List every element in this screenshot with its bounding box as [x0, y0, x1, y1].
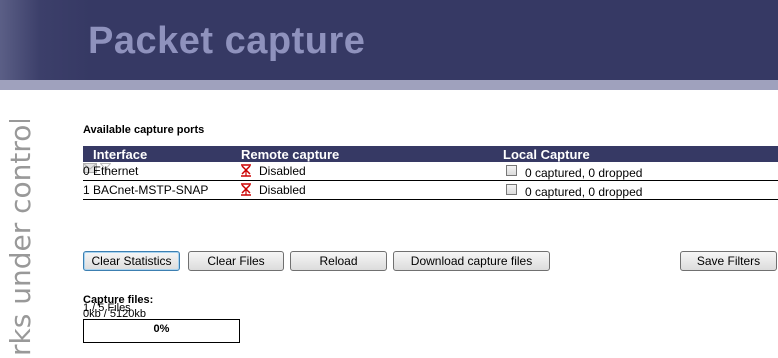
- local-capture-stats: 0 captured, 0 dropped: [525, 166, 643, 180]
- page-header: Packet capture: [0, 0, 778, 80]
- local-capture-stats: 0 captured, 0 dropped: [525, 185, 643, 199]
- interface-name: 0 Ethernet: [83, 164, 139, 178]
- interface-name: 1 BACnet-MSTP-SNAP: [83, 183, 209, 197]
- column-local-capture: Local Capture: [503, 147, 590, 162]
- column-interface: Interface: [93, 147, 148, 162]
- reload-button[interactable]: Reload: [290, 251, 387, 271]
- save-filters-button[interactable]: Save Filters: [680, 251, 777, 271]
- side-tagline-text: rks under control: [4, 120, 37, 356]
- table-row: 1 BACnet-MSTP-SNAP Disabled 0 captured, …: [83, 181, 778, 200]
- capture-ports-table: Interface Remote capture Local Capture 0…: [83, 146, 778, 200]
- remote-capture-status: Disabled: [259, 164, 306, 178]
- column-remote-capture: Remote capture: [241, 147, 340, 162]
- capture-progress-label: 0%: [153, 323, 170, 335]
- local-capture-checkbox[interactable]: [506, 184, 517, 195]
- table-row: 0 Ethernet Disabled 0 captured, 0 droppe…: [83, 162, 778, 181]
- ports-section-title: Available capture ports: [83, 124, 205, 136]
- local-capture-checkbox[interactable]: [506, 165, 517, 176]
- page-title: Packet capture: [88, 20, 366, 62]
- header-divider: [0, 80, 778, 90]
- table-header: Interface Remote capture Local Capture: [83, 146, 778, 162]
- capture-progress-bar: 0%: [83, 319, 240, 343]
- clear-statistics-button[interactable]: Clear Statistics: [83, 251, 180, 271]
- side-tagline: rks under control: [0, 120, 48, 358]
- clear-files-button[interactable]: Clear Files: [188, 251, 284, 271]
- download-capture-files-button[interactable]: Download capture files: [393, 251, 550, 271]
- x-stand-icon[interactable]: [240, 183, 252, 196]
- x-stand-icon[interactable]: [240, 164, 252, 177]
- remote-capture-status: Disabled: [259, 183, 306, 197]
